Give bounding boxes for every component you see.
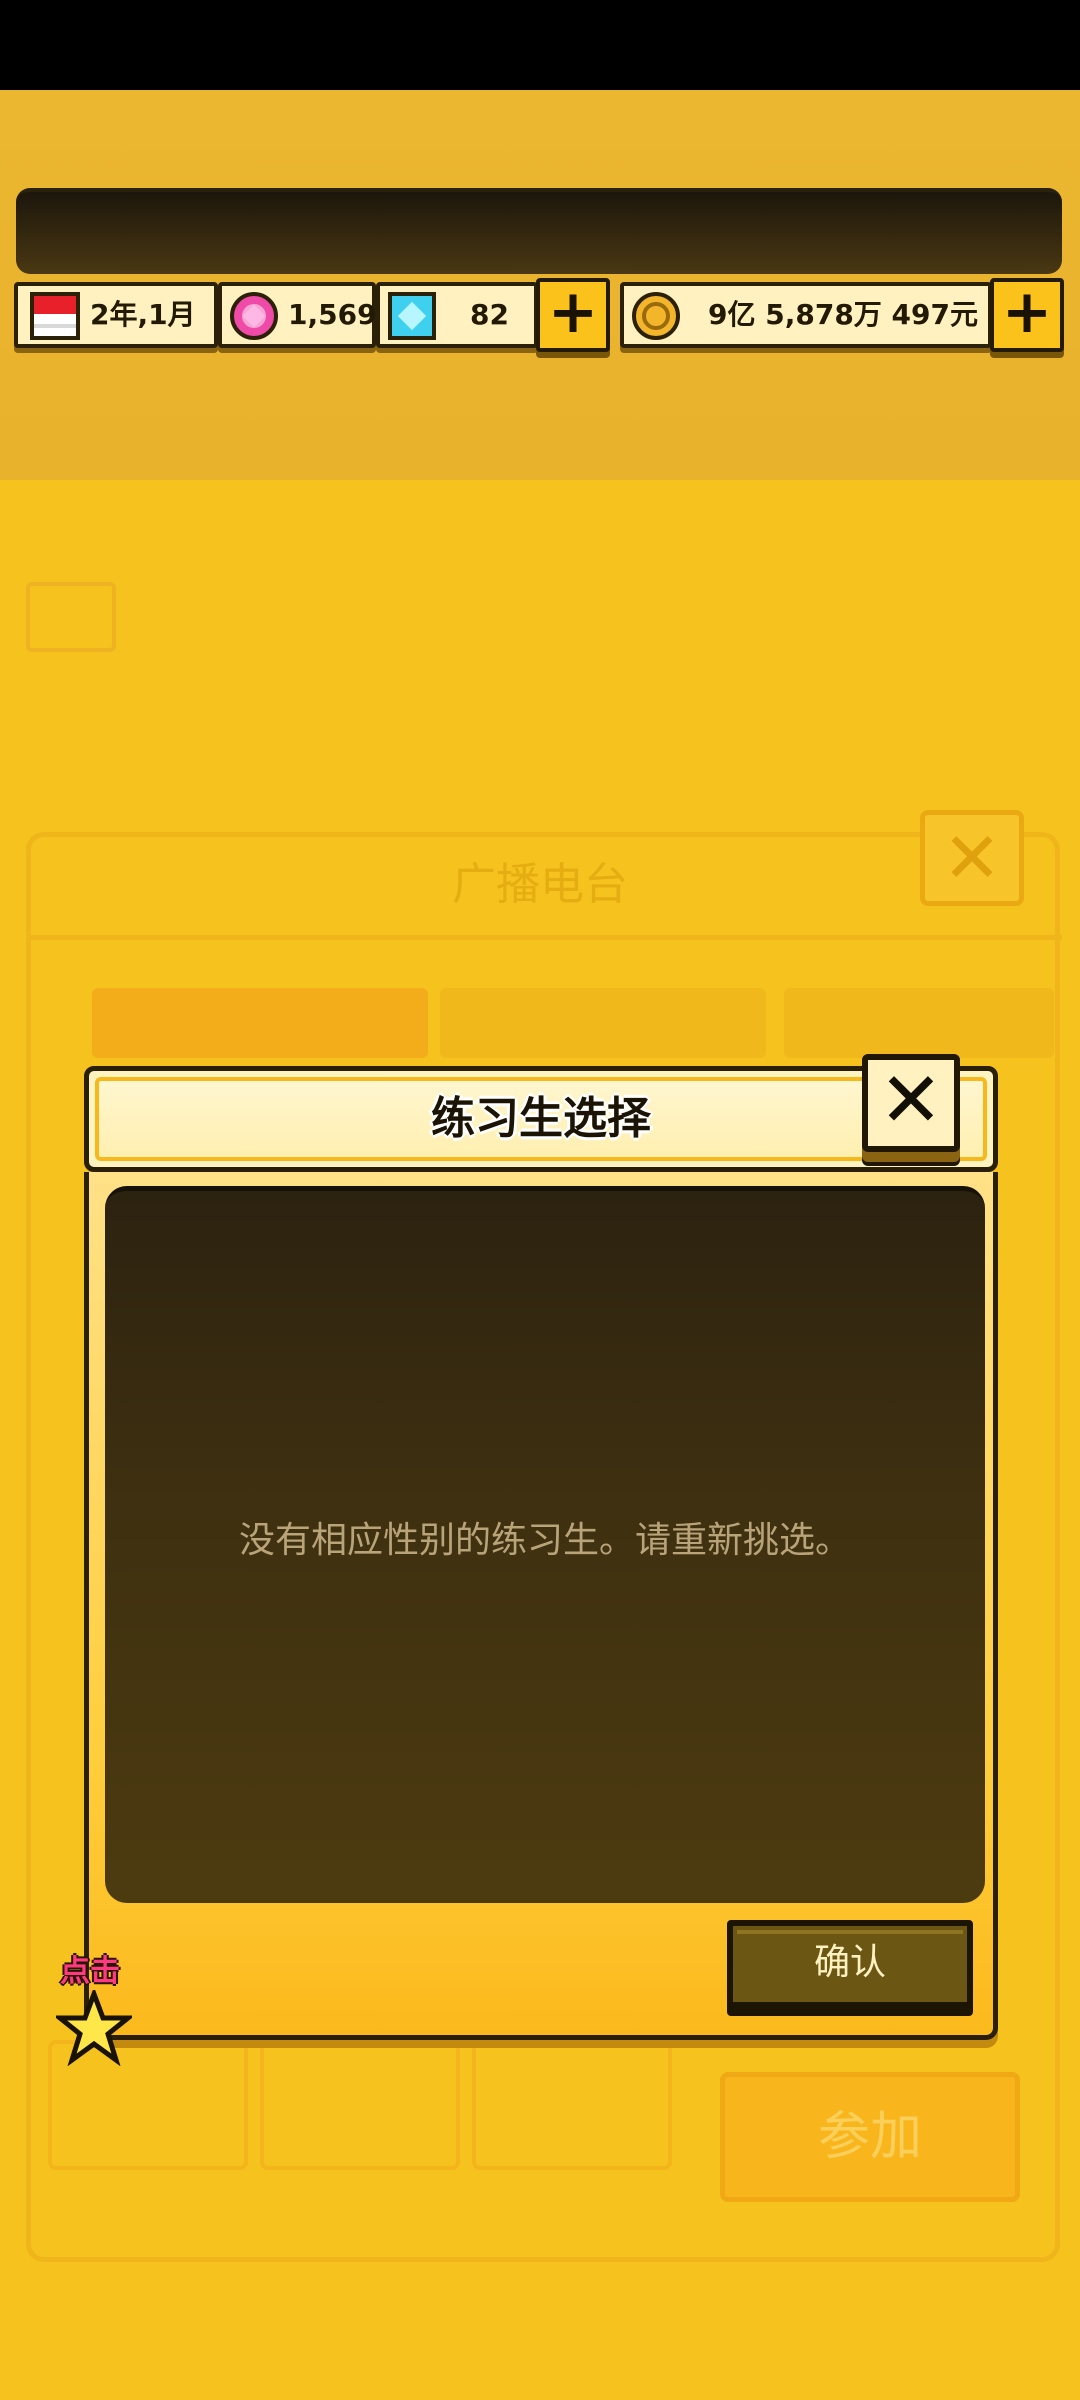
background-radio-title: 广播电台 (452, 859, 628, 910)
background-slot (260, 2040, 460, 2170)
date-display: 2年,1月 (14, 282, 218, 348)
add-money-button[interactable]: + (990, 278, 1064, 352)
background-badge (26, 582, 116, 652)
add-diamonds-button[interactable]: + (536, 278, 610, 352)
pink-gem-icon (230, 292, 278, 340)
dialog-message: 没有相应性别的练习生。请重新挑选。 (238, 1520, 851, 1561)
message-panel: 没有相应性别的练习生。请重新挑选。 (105, 1186, 985, 1903)
background-slot (472, 2040, 672, 2170)
gem-count: 1,569 (288, 298, 377, 331)
background-join-button: 参加 (720, 2072, 1020, 2202)
star-icon[interactable] (56, 1990, 132, 2066)
confirm-button[interactable]: 确认 (727, 1920, 973, 2008)
background-tab-1 (92, 988, 428, 1058)
background-close-icon: ✕ (920, 810, 1024, 906)
diamond-count: 82 (470, 298, 509, 331)
calendar-icon (30, 292, 80, 340)
tap-hint-label: 点击 (60, 1954, 120, 1989)
coin-icon (632, 292, 680, 340)
close-icon: ✕ (879, 1055, 943, 1144)
money-amount: 9亿 5,878万 497元 (708, 298, 978, 331)
gem-counter: 1,569 (218, 282, 377, 348)
money-counter: 9亿 5,878万 497元 (620, 282, 992, 348)
resource-bar: 2年,1月 1,569 82 + 9亿 5,878万 497元 + (14, 278, 1064, 352)
diamond-counter: 82 (376, 282, 538, 348)
top-banner (16, 188, 1062, 274)
status-bar (0, 0, 1080, 90)
background-tab-3 (784, 988, 1054, 1058)
dialog-title: 练习生选择 (431, 1093, 651, 1144)
close-button[interactable]: ✕ (862, 1054, 960, 1152)
diamond-icon (388, 292, 436, 340)
trainee-select-dialog: 练习生选择 ✕ 没有相应性别的练习生。请重新挑选。 确认 (84, 1054, 998, 2040)
dialog-body: 没有相应性别的练习生。请重新挑选。 确认 (84, 1172, 998, 2040)
date-text: 2年,1月 (90, 298, 196, 331)
background-tab-2 (440, 988, 766, 1058)
